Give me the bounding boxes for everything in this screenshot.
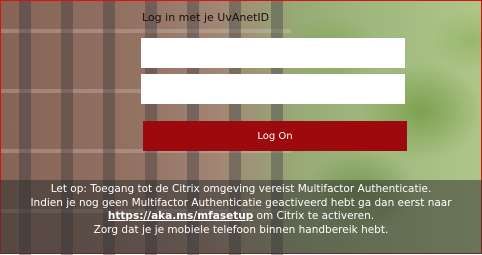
notice-line-1: Let op: Toegang tot de Citrix omgeving v…	[50, 183, 432, 195]
password-field[interactable]	[141, 74, 405, 104]
login-title: Log in met je UvAnetID	[142, 11, 270, 24]
logon-button[interactable]: Log On	[143, 121, 407, 151]
mfa-setup-link[interactable]: https://aka.ms/mfasetup	[108, 210, 253, 222]
notice-line-2: Indien je nog geen Multifactor Authentic…	[30, 196, 452, 209]
notice-line-4: Zorg dat je je mobiele telefoon binnen h…	[93, 223, 389, 236]
notice-line-3-text: om Citrix te activeren.	[253, 210, 375, 222]
notice-line-3: https://aka.ms/mfasetup om Citrix te act…	[0, 210, 482, 224]
username-field[interactable]	[141, 38, 405, 68]
mfa-notice: Let op: Toegang tot de Citrix omgeving v…	[0, 180, 482, 254]
